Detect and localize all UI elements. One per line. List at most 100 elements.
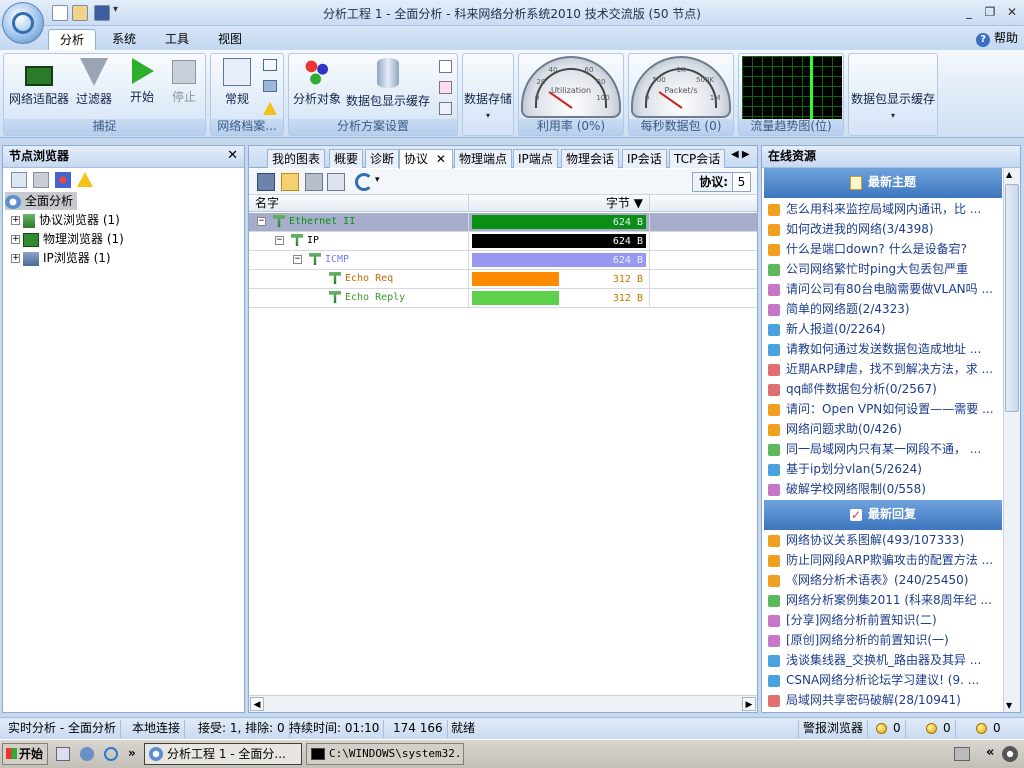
tab-summary[interactable]: 概要 [329, 149, 364, 168]
minimize-button[interactable]: _ [960, 4, 978, 20]
alarm-count-1[interactable]: 0 [872, 720, 906, 738]
quicklaunch-more-icon[interactable]: » [128, 746, 136, 760]
network-topology-icon[interactable] [263, 59, 277, 71]
tab-diagnosis[interactable]: 诊断 [365, 149, 400, 168]
taskbar-item-cmd[interactable]: C:\WINDOWS\system32... [306, 743, 464, 765]
tray-expand-icon[interactable]: « [986, 745, 994, 760]
node-group-icon[interactable] [55, 172, 71, 188]
topic-item[interactable]: 公司网络繁忙时ping大包丢包严重 [768, 259, 1002, 279]
expand-icon[interactable]: + [11, 216, 20, 225]
topic-item[interactable]: 请教如何通过发送数据包造成地址 ... [768, 339, 1002, 359]
list-icon[interactable] [439, 102, 452, 115]
tab-analysis[interactable]: 分析 [48, 29, 96, 50]
tree-item-ip-browser[interactable]: + IP浏览器 (1) [11, 249, 111, 267]
tab-physical-endpoints[interactable]: 物理端点 [454, 149, 513, 168]
filter-icon[interactable] [33, 172, 49, 188]
tree-item-protocol-browser[interactable]: + 协议浏览器 (1) [11, 211, 120, 229]
tab-ip-sessions[interactable]: IP会话 [622, 149, 667, 168]
tab-view[interactable]: 视图 [208, 29, 252, 50]
topic-item[interactable]: 简单的网络题(2/4323) [768, 299, 1002, 319]
topic-item[interactable]: 如何改进我的网络(3/4398) [768, 219, 1002, 239]
reply-item[interactable]: CSNA网络分析论坛学习建议! (9. ... [768, 670, 1002, 690]
topic-item[interactable]: 网络问题求助(0/426) [768, 419, 1002, 439]
tab-my-charts[interactable]: 我的图表 [267, 149, 326, 168]
topic-item[interactable]: 请问公司有80台电脑需要做VLAN吗 ... [768, 279, 1002, 299]
topic-item[interactable]: 同一局域网内只有某一网段不通， ... [768, 439, 1002, 459]
table-row[interactable]: Echo Reply 312 B [249, 289, 757, 308]
alarm-count-3[interactable]: 0 [972, 720, 1005, 738]
tab-tools[interactable]: 工具 [155, 29, 199, 50]
save-view-icon[interactable] [257, 173, 275, 191]
collapse-icon[interactable]: − [275, 235, 284, 245]
table-row[interactable]: − IP 624 B [249, 232, 757, 251]
media-icon[interactable] [80, 747, 94, 761]
scroll-up-arrow-icon[interactable]: ▲ [1006, 170, 1012, 179]
close-window-button[interactable]: ✕ [1003, 4, 1021, 20]
add-icon[interactable] [439, 81, 452, 94]
reply-item[interactable]: 《网络分析术语表》(240/25450) [768, 570, 1002, 590]
filter-view-icon[interactable] [305, 173, 323, 191]
show-desktop-icon[interactable] [56, 747, 70, 761]
alert-icon[interactable] [77, 172, 93, 187]
reply-item[interactable]: [分享]网络分析前置知识(二) [768, 610, 1002, 630]
collapse-icon[interactable]: − [257, 216, 266, 226]
help-button[interactable]: ? 帮助 [976, 29, 1018, 47]
tab-system[interactable]: 系统 [102, 29, 146, 50]
node-settings-icon[interactable] [11, 172, 27, 188]
reply-item[interactable]: [原创]网络分析的前置知识(一) [768, 630, 1002, 650]
tab-scroll-arrows-icon[interactable]: ◀ ▶ [731, 149, 750, 160]
search-view-icon[interactable] [327, 173, 345, 191]
reply-item[interactable]: 局域网共享密码破解(28/10941) [768, 690, 1002, 710]
analysis-target-button[interactable]: 分析对象 [291, 58, 343, 107]
close-tab-icon[interactable]: ✕ [436, 152, 446, 166]
table-row[interactable]: − ICMP 624 B [249, 251, 757, 270]
keyboard-tray-icon[interactable] [954, 747, 970, 761]
topic-item[interactable]: 近期ARP肆虐，找不到解决方法，求 ... [768, 359, 1002, 379]
ie-icon[interactable] [104, 747, 118, 761]
scroll-left-arrow-icon[interactable]: ◀ [250, 697, 264, 711]
scroll-right-arrow-icon[interactable]: ▶ [742, 697, 756, 711]
topic-item[interactable]: 新人报道(0/2264) [768, 319, 1002, 339]
filter-button[interactable]: 过滤器 [74, 58, 114, 107]
refresh-icon[interactable] [355, 173, 373, 191]
restore-button[interactable]: ❐ [981, 4, 999, 20]
node-view-icon[interactable] [281, 173, 299, 191]
reply-item[interactable]: 浅谈集线器_交换机_路由器及其异 ... [768, 650, 1002, 670]
table-row[interactable]: − Ethernet II 624 B [249, 213, 757, 232]
table-row[interactable]: Echo Req 312 B [249, 270, 757, 289]
topic-item[interactable]: 基于ip划分vlan(5/2624) [768, 459, 1002, 479]
scrollbar-thumb[interactable] [1005, 184, 1019, 412]
settings-icon[interactable] [263, 80, 277, 92]
column-bytes-header[interactable]: 字节 ▼ [469, 195, 650, 212]
start-button[interactable]: 开始 [2, 743, 48, 765]
collapse-icon[interactable]: − [293, 254, 302, 264]
tab-protocol[interactable]: 协议 ✕ [399, 149, 453, 169]
expand-icon[interactable]: + [11, 254, 20, 263]
close-pane-button[interactable]: ✕ [227, 148, 238, 163]
tab-ip-endpoints[interactable]: IP端点 [513, 149, 558, 168]
reply-item[interactable]: 网络分析案例集2011 (科来8周年纪 ... [768, 590, 1002, 610]
tab-tcp-sessions[interactable]: TCP会话 [669, 149, 726, 168]
column-name-header[interactable]: 名字 [249, 195, 469, 212]
packet-cache-button[interactable]: 数据包显示缓存 [345, 58, 431, 109]
tab-physical-sessions[interactable]: 物理会话 [561, 149, 620, 168]
alarm-browser-button[interactable]: 警报浏览器 [798, 720, 869, 738]
volume-tray-icon[interactable] [1002, 746, 1018, 762]
topic-item[interactable]: 怎么用科来监控局域网内通讯，比 ... [768, 199, 1002, 219]
topic-item[interactable]: 破解学校网络限制(0/558) [768, 479, 1002, 499]
scroll-down-arrow-icon[interactable]: ▼ [1006, 701, 1012, 710]
topic-item[interactable]: 什么是端口down? 什么是设备宕? [768, 239, 1002, 259]
start-button[interactable]: 开始 [124, 58, 160, 105]
reply-item[interactable]: 防止同网段ARP欺骗攻击的配置方法 ... [768, 550, 1002, 570]
tree-item-physical-browser[interactable]: + 物理浏览器 (1) [11, 230, 124, 248]
refresh-dropdown-icon[interactable]: ▾ [375, 175, 380, 185]
horizontal-scrollbar[interactable]: ◀ ▶ [249, 695, 757, 712]
normal-profile-button[interactable]: 常规 [217, 58, 257, 107]
network-adapter-button[interactable]: 网络适配器 [9, 58, 69, 107]
topic-item[interactable]: qq邮件数据包分析(0/2567) [768, 379, 1002, 399]
reply-item[interactable]: 网络协议关系图解(493/107333) [768, 530, 1002, 550]
vertical-scrollbar[interactable]: ▲ ▼ [1003, 168, 1020, 712]
stop-button[interactable]: 停止 [166, 58, 202, 105]
app-menu-button[interactable] [2, 2, 44, 44]
alarm-count-2[interactable]: 0 [922, 720, 956, 738]
